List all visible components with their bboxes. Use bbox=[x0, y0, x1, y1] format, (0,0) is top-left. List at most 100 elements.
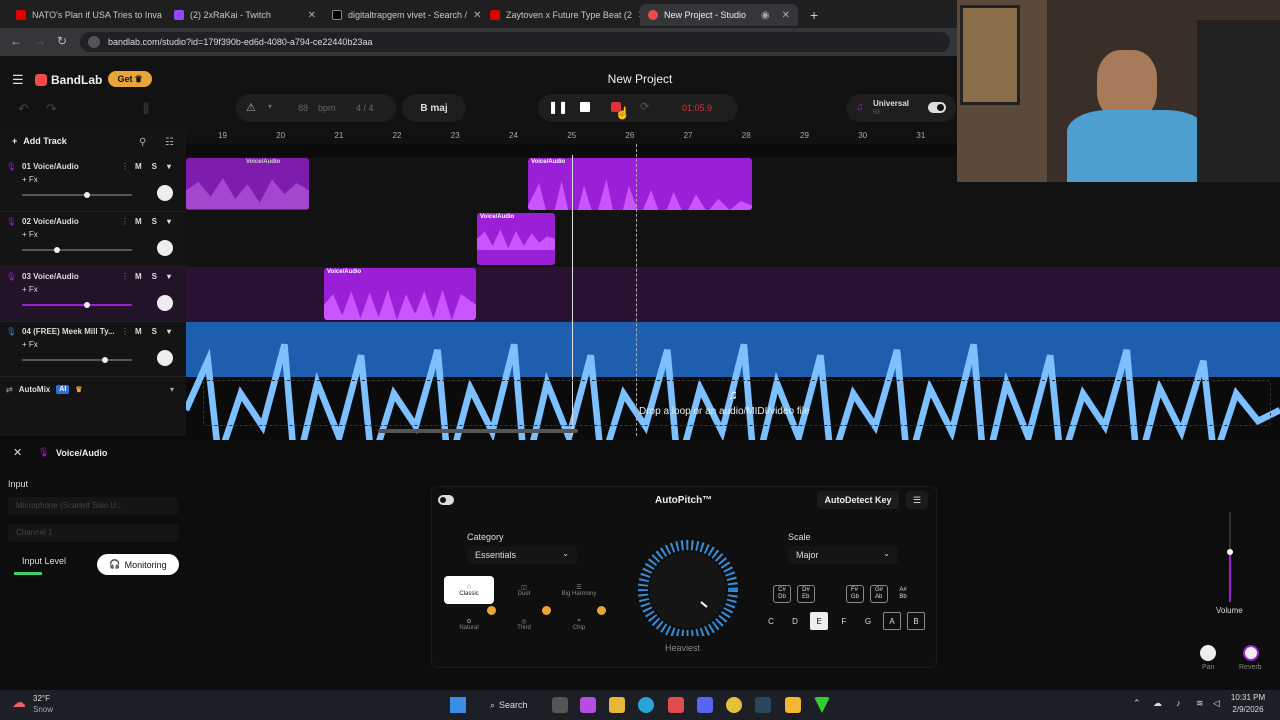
monitoring-button[interactable]: 🎧 Monitoring bbox=[97, 554, 179, 575]
file-explorer-icon[interactable] bbox=[609, 697, 625, 713]
horizontal-scrollbar[interactable] bbox=[378, 429, 578, 433]
key-button-selected[interactable]: E bbox=[810, 612, 828, 630]
mic-icon[interactable]: ♪ bbox=[1176, 698, 1181, 708]
close-icon[interactable]: ✕ bbox=[782, 10, 790, 21]
solo-button[interactable]: S bbox=[152, 272, 157, 281]
key-button[interactable]: A bbox=[883, 612, 901, 630]
scale-select[interactable]: Major ⌄ bbox=[788, 546, 898, 564]
fx-button[interactable]: + Fx bbox=[22, 285, 38, 294]
key-sharp-button[interactable]: D# Eb bbox=[797, 585, 815, 603]
fx-button[interactable]: + Fx bbox=[22, 340, 38, 349]
forward-icon[interactable]: → bbox=[34, 34, 46, 48]
bandlab-logo[interactable]: BandLab bbox=[35, 73, 102, 87]
taskbar-search[interactable]: ⌕ Search bbox=[480, 695, 538, 715]
track-name[interactable]: 04 (FREE) Meek Mill Ty... bbox=[22, 327, 115, 336]
track-header[interactable]: 🎙 01 Voice/Audio + Fx ⋮ M S ▾ bbox=[0, 157, 186, 212]
track-name[interactable]: 01 Voice/Audio bbox=[22, 162, 79, 171]
task-view-icon[interactable] bbox=[552, 697, 568, 713]
key-sharp-button[interactable]: C# Db bbox=[773, 585, 791, 603]
project-title[interactable]: New Project bbox=[560, 72, 720, 86]
pause-button[interactable]: ❚❚ bbox=[548, 100, 568, 114]
more-icon[interactable]: ⋮ bbox=[121, 162, 129, 171]
pan-knob[interactable] bbox=[1200, 645, 1216, 661]
discord-icon[interactable] bbox=[697, 697, 713, 713]
audio-clip[interactable]: Voice/Audio bbox=[477, 213, 555, 265]
track-lane[interactable]: Voice/Audio bbox=[186, 212, 1280, 267]
browser-tab[interactable]: (2) 2xRaKai - Twitch ✕ bbox=[166, 4, 324, 26]
mute-button[interactable]: M bbox=[135, 327, 142, 336]
key-sharp-button[interactable]: A# Bb bbox=[894, 585, 912, 603]
volume-slider[interactable] bbox=[22, 192, 132, 198]
menu-icon[interactable]: ☰ bbox=[12, 72, 24, 88]
time-signature[interactable]: 4 / 4 bbox=[356, 103, 374, 113]
browser-tab[interactable]: digitaltrapgem vivet - Search / ✕ bbox=[324, 4, 482, 26]
autopitch-knob[interactable] bbox=[629, 536, 747, 636]
chevron-down-icon[interactable]: ▾ bbox=[268, 102, 272, 111]
autodetect-key-button[interactable]: AutoDetect Key bbox=[817, 491, 899, 509]
mixer-icon[interactable]: ⫼ bbox=[143, 101, 149, 117]
key-button[interactable]: B bbox=[907, 612, 925, 630]
volume-slider[interactable] bbox=[22, 247, 132, 253]
wand-icon[interactable]: ⚲ bbox=[139, 137, 146, 148]
site-info-icon[interactable] bbox=[88, 36, 100, 48]
autopitch-toggle[interactable] bbox=[438, 495, 454, 505]
key-sharp-button[interactable]: F# Gb bbox=[846, 585, 864, 603]
pan-knob[interactable] bbox=[157, 295, 173, 311]
more-icon[interactable]: ⋮ bbox=[121, 217, 129, 226]
more-icon[interactable]: ⋮ bbox=[121, 272, 129, 281]
chevron-down-icon[interactable]: ▾ bbox=[167, 162, 171, 171]
effect-third[interactable]: ◎ Third bbox=[499, 610, 549, 638]
reload-icon[interactable]: ↻ bbox=[57, 34, 67, 48]
weather-icon[interactable]: ☁ bbox=[12, 694, 26, 711]
effect-big-harmony[interactable]: ☰ Big Harmony bbox=[554, 576, 604, 604]
rockstar-icon[interactable] bbox=[785, 697, 801, 713]
fx-button[interactable]: + Fx bbox=[22, 230, 38, 239]
key-button[interactable]: D bbox=[786, 612, 804, 630]
close-icon[interactable]: ✕ bbox=[13, 446, 22, 459]
mute-button[interactable]: M bbox=[135, 162, 142, 171]
key-button[interactable]: C bbox=[762, 612, 780, 630]
instrument-name[interactable]: Universal bbox=[873, 99, 909, 108]
close-icon[interactable]: ✕ bbox=[308, 10, 316, 21]
loop-icon[interactable]: ⟳ bbox=[640, 100, 649, 113]
speaker-icon[interactable]: ◁ bbox=[1213, 698, 1220, 709]
browser-tab[interactable]: Zaytoven x Future Type Beat (2 ✕ bbox=[482, 4, 640, 26]
key-button[interactable]: G bbox=[859, 612, 877, 630]
track-lane-beat[interactable] bbox=[186, 322, 1280, 477]
windows-start-icon[interactable] bbox=[450, 697, 466, 713]
solo-button[interactable]: S bbox=[152, 327, 157, 336]
track-name[interactable]: 03 Voice/Audio bbox=[22, 272, 79, 281]
pan-knob[interactable] bbox=[157, 240, 173, 256]
browser-tab[interactable]: NATO's Plan if USA Tries to Inva ✕ bbox=[8, 4, 166, 26]
clock-date[interactable]: 2/9/2026 bbox=[1228, 705, 1268, 714]
chevron-down-icon[interactable]: ▾ bbox=[170, 385, 174, 394]
mute-button[interactable]: M bbox=[135, 217, 142, 226]
chevron-down-icon[interactable]: ▾ bbox=[167, 272, 171, 281]
settings-icon[interactable]: ☷ bbox=[165, 137, 174, 148]
stop-button[interactable] bbox=[580, 102, 590, 112]
get-button[interactable]: Get ♛ bbox=[108, 71, 152, 87]
effect-duet[interactable]: ◫ Duet bbox=[499, 576, 549, 604]
chrome-icon[interactable] bbox=[726, 697, 742, 713]
pan-knob[interactable] bbox=[157, 350, 173, 366]
bpm-input[interactable]: 88 bbox=[298, 103, 308, 113]
new-tab-button[interactable]: + bbox=[802, 4, 822, 26]
volume-slider[interactable] bbox=[22, 357, 132, 363]
track-lane-selected[interactable]: Voice/Audio bbox=[186, 267, 1280, 322]
volume-fader[interactable] bbox=[1227, 512, 1233, 602]
solo-button[interactable]: S bbox=[152, 217, 157, 226]
effect-chip[interactable]: ⌗ Chip bbox=[554, 610, 604, 638]
key-sharp-button[interactable]: G# Ab bbox=[870, 585, 888, 603]
pan-knob[interactable] bbox=[157, 185, 173, 201]
add-track-button[interactable]: + Add Track bbox=[12, 136, 67, 146]
track-name[interactable]: 02 Voice/Audio bbox=[22, 217, 79, 226]
audio-clip[interactable]: Voice/Audio bbox=[186, 158, 309, 210]
automix-row[interactable]: ⇄ AutoMix AI ♛ bbox=[6, 385, 82, 394]
wifi-icon[interactable]: ≋ bbox=[1196, 698, 1204, 709]
steam-icon[interactable] bbox=[755, 697, 771, 713]
back-icon[interactable]: ← bbox=[10, 34, 22, 48]
chevron-up-icon[interactable]: ⌃ bbox=[1133, 698, 1141, 709]
track-header[interactable]: 🎙 04 (FREE) Meek Mill Ty... + Fx ⋮ M S ▾ bbox=[0, 322, 186, 377]
redo-icon[interactable]: ↷ bbox=[46, 101, 57, 117]
solo-button[interactable]: S bbox=[152, 162, 157, 171]
